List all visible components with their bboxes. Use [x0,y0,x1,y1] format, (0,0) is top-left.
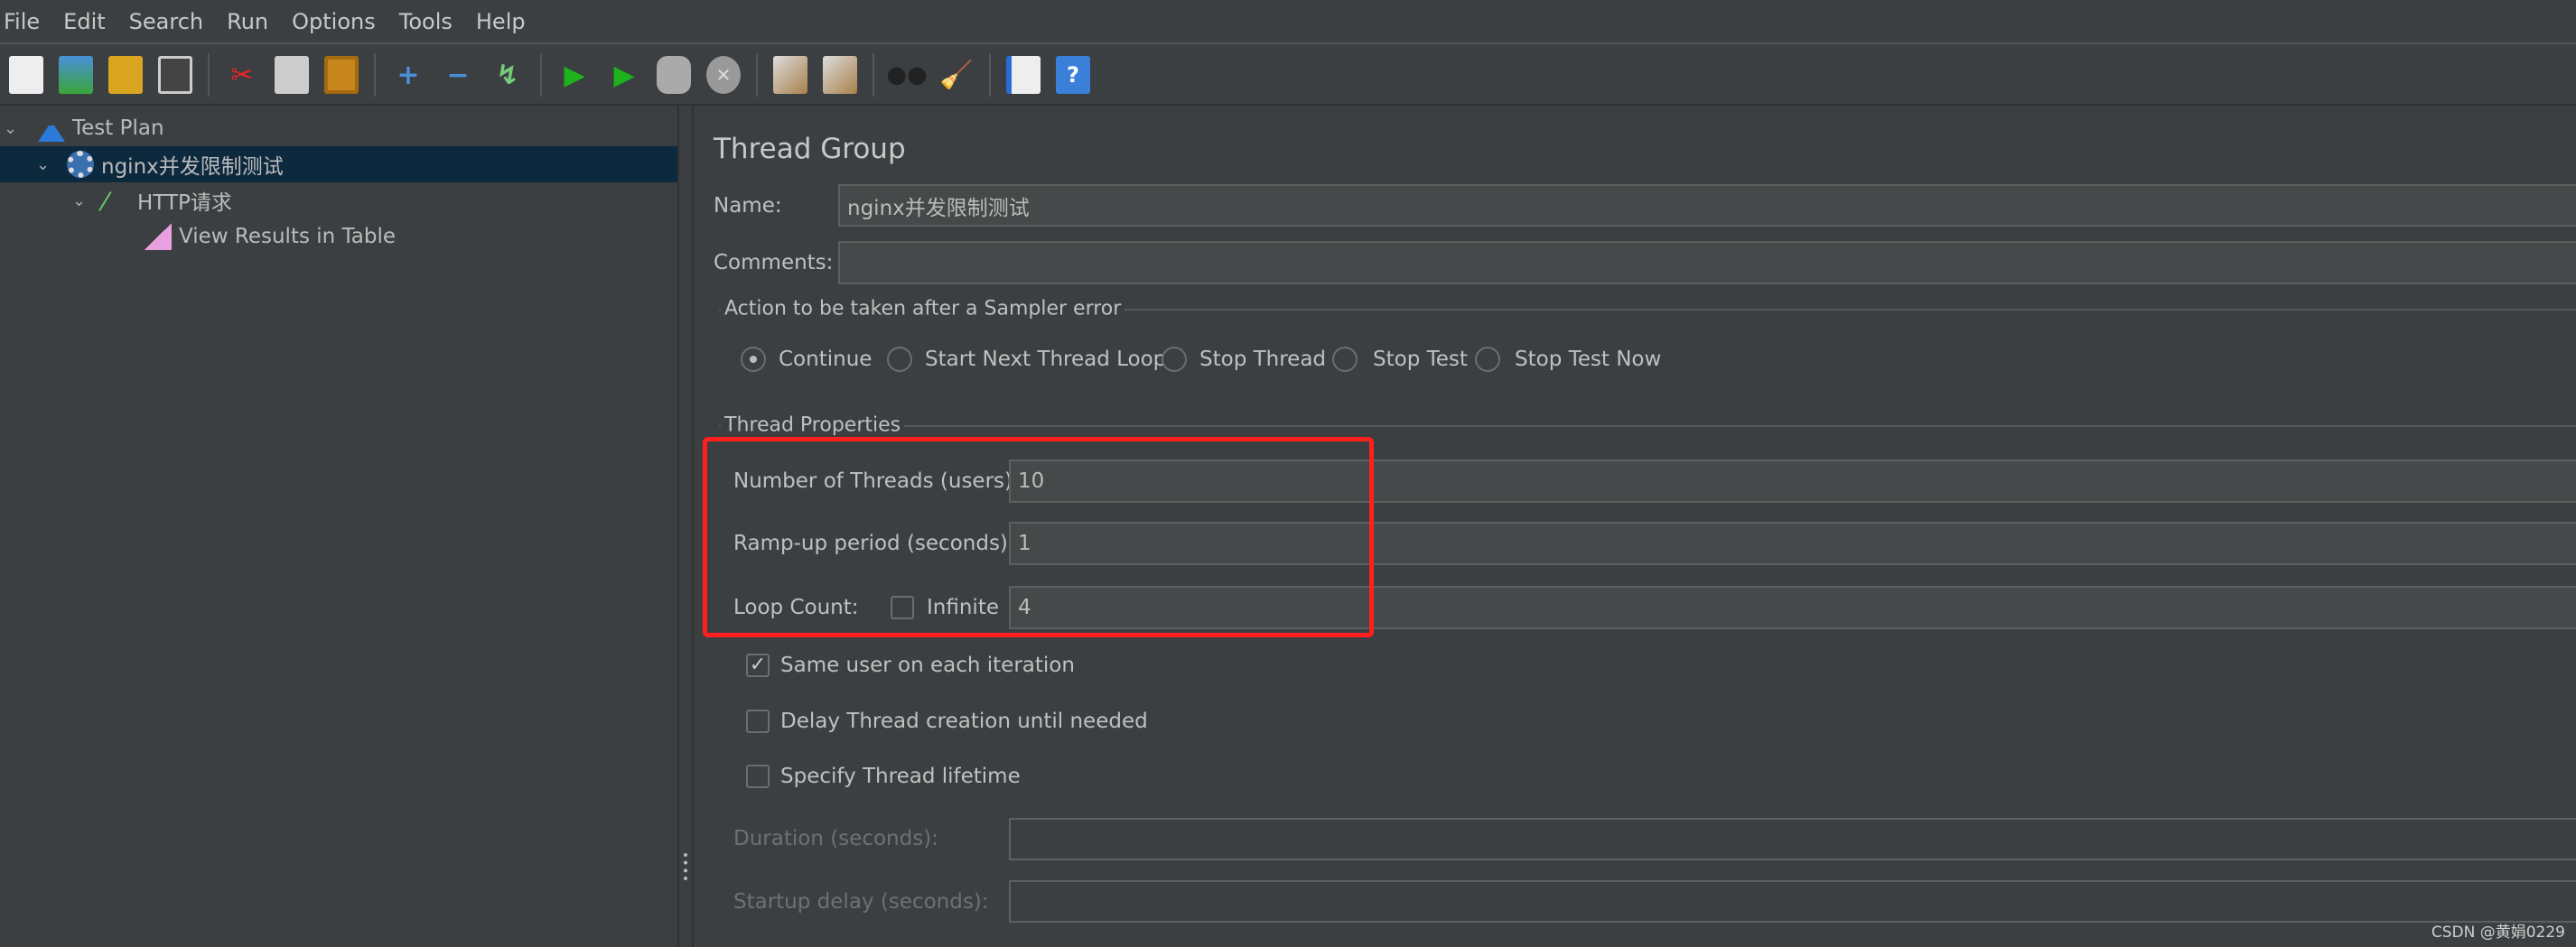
delay-thread-label: Delay Thread creation until needed [780,710,1148,733]
startup-delay-input[interactable] [1009,880,2576,923]
chevron-down-icon[interactable]: ⌄ [36,155,54,174]
tree-item-test-plan[interactable]: ⌄ Test Plan [0,110,677,146]
collapse-icon[interactable]: − [441,56,475,94]
radio-label: Stop Test [1373,348,1468,371]
test-plan-tree: ⌄ Test Plan ⌄ nginx并发限制测试 ⌄ ⁄ HTTP请求 Vie… [0,107,677,947]
tree-item-view-results[interactable]: View Results in Table [0,218,677,255]
copy-icon[interactable] [275,56,309,94]
flask-icon [38,115,65,142]
tree-item-label: nginx并发限制测试 [101,155,284,179]
menu-edit[interactable]: Edit [63,9,105,34]
duration-input[interactable] [1009,818,2576,860]
name-input[interactable]: nginx并发限制测试 [838,184,2576,227]
clear-all-icon[interactable] [823,56,857,94]
radio-stop-thread[interactable] [1162,347,1187,372]
menu-tools[interactable]: Tools [399,9,453,34]
radio-label: Stop Thread [1199,348,1327,371]
save-icon[interactable] [158,56,192,94]
radio-stop-test[interactable] [1332,347,1358,372]
menu-run[interactable]: Run [227,9,268,34]
toolbar: ✂ + − ↯ ▶ ▶ ✕ ●● 🧹 ? [0,46,2576,106]
menu-help[interactable]: Help [476,9,526,34]
tree-item-label: HTTP请求 [137,191,232,215]
tree-item-thread-group[interactable]: ⌄ nginx并发限制测试 [0,146,677,182]
templates-icon[interactable] [59,56,93,94]
thread-lifetime-checkbox[interactable] [746,765,770,788]
split-pane-divider[interactable] [677,107,694,947]
start-icon[interactable]: ▶ [557,56,592,94]
toggle-icon[interactable]: ↯ [490,56,525,94]
name-label: Name: [714,194,782,218]
stop-icon[interactable] [657,56,691,94]
radio-continue[interactable] [741,347,766,372]
thread-lifetime-label: Specify Thread lifetime [780,765,1021,788]
start-no-pauses-icon[interactable]: ▶ [607,56,641,94]
radio-label: Start Next Thread Loop [925,348,1167,371]
radio-start-next-thread-loop[interactable] [887,347,912,372]
menu-options[interactable]: Options [292,9,376,34]
highlight-box [703,437,1374,637]
shutdown-icon[interactable]: ✕ [706,56,741,94]
radio-stop-test-now[interactable] [1475,347,1500,372]
expand-icon[interactable]: + [391,56,425,94]
divider-grip-icon[interactable] [684,853,687,880]
startup-delay-label: Startup delay (seconds): [733,890,989,914]
gear-icon [67,151,94,178]
pipette-icon: ⁄ [103,187,107,217]
same-user-checkbox[interactable]: ✓ [746,654,770,677]
same-user-label: Same user on each iteration [780,654,1075,677]
new-icon[interactable] [9,56,43,94]
comments-label: Comments: [714,251,834,274]
menu-file[interactable]: File [4,9,40,34]
tree-item-http-request[interactable]: ⌄ ⁄ HTTP请求 [0,182,677,218]
paste-icon[interactable] [324,56,359,94]
reset-search-icon[interactable]: 🧹 [939,56,974,94]
radio-label: Stop Test Now [1515,348,1662,371]
help-icon[interactable]: ? [1056,56,1090,94]
delay-thread-checkbox[interactable] [746,710,770,733]
comments-input[interactable] [838,241,2576,284]
divider [719,425,2576,427]
chevron-down-icon[interactable]: ⌄ [4,119,22,138]
tree-item-label: Test Plan [72,116,164,140]
watermark: CSDN @黄娟0229 [2431,924,2565,942]
page-title: Thread Group [714,133,906,165]
cut-icon[interactable]: ✂ [225,56,259,94]
tree-item-label: View Results in Table [179,225,397,248]
open-icon[interactable] [108,56,143,94]
clear-icon[interactable] [773,56,807,94]
function-helper-icon[interactable] [1006,56,1041,94]
menu-search[interactable]: Search [129,9,203,34]
chevron-down-icon[interactable]: ⌄ [72,191,90,210]
menu-bar: File Edit Search Run Options Tools Help [0,0,2576,44]
listener-icon [145,223,172,250]
radio-label: Continue [779,348,873,371]
search-icon[interactable]: ●● [886,56,927,94]
duration-label: Duration (seconds): [733,827,938,850]
thread-properties-title: Thread Properties [721,413,905,437]
action-section-title: Action to be taken after a Sampler error [721,297,1125,320]
